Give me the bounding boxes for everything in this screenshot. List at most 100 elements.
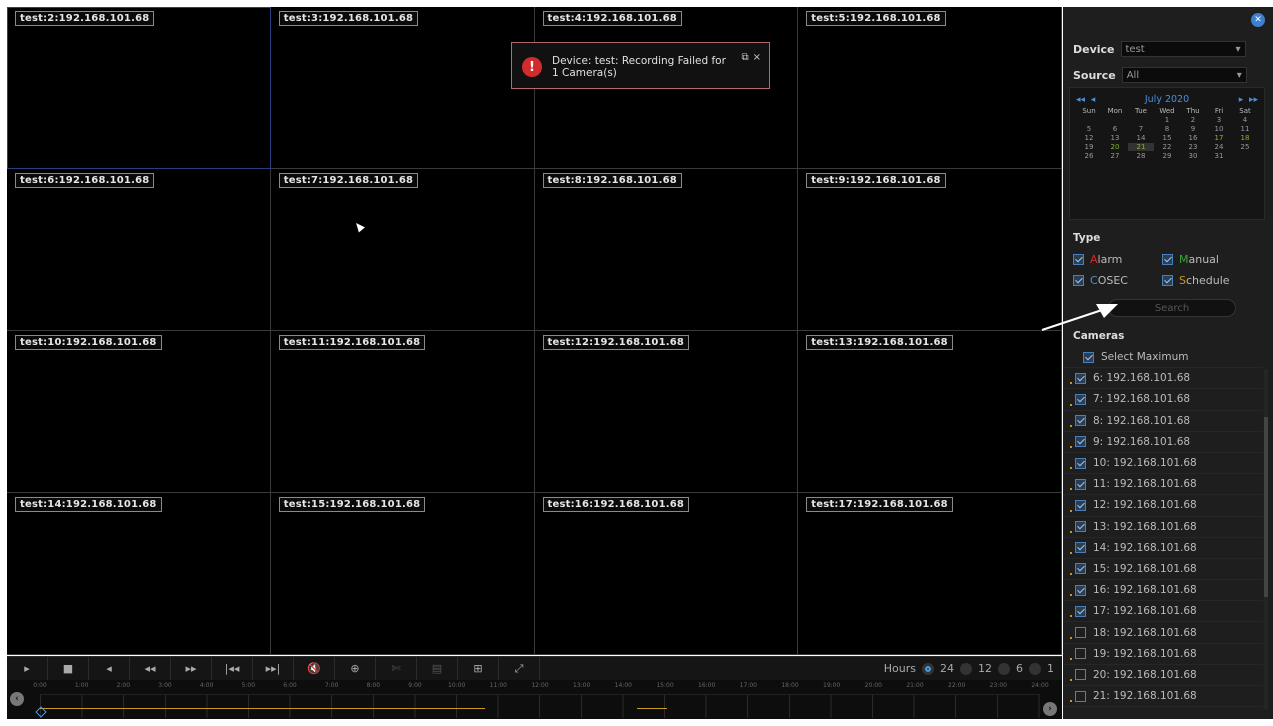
calendar-day[interactable]: 23 bbox=[1180, 143, 1206, 151]
camera-tile[interactable]: test:14:192.168.101.68 bbox=[7, 493, 271, 655]
checkbox[interactable] bbox=[1073, 254, 1084, 265]
checkbox[interactable] bbox=[1075, 457, 1086, 469]
timeline-prev-icon[interactable]: ‹ bbox=[10, 692, 24, 706]
calendar-day[interactable]: 31 bbox=[1206, 152, 1232, 160]
step-back-icon[interactable]: ◂ bbox=[89, 656, 130, 681]
checkbox[interactable] bbox=[1075, 393, 1086, 405]
calendar-day[interactable]: 27 bbox=[1102, 152, 1128, 160]
calendar-day[interactable]: 8 bbox=[1154, 125, 1180, 133]
search-button[interactable]: Search bbox=[1108, 299, 1236, 317]
source-select[interactable]: All ▾ bbox=[1121, 67, 1247, 83]
hours-radio[interactable] bbox=[998, 662, 1010, 675]
stop-icon[interactable]: ■ bbox=[48, 656, 89, 681]
calendar-day[interactable]: 7 bbox=[1128, 125, 1154, 133]
checkbox[interactable] bbox=[1075, 415, 1086, 427]
camera-tile[interactable]: test:8:192.168.101.68 bbox=[534, 169, 799, 331]
camera-list-scrollbar[interactable] bbox=[1264, 369, 1268, 709]
checkbox[interactable] bbox=[1162, 254, 1173, 265]
calendar-day[interactable]: 15 bbox=[1154, 134, 1180, 142]
camera-list-item[interactable]: 14: 192.168.101.68 bbox=[1063, 538, 1263, 559]
rewind-icon[interactable]: ◂◂ bbox=[130, 656, 171, 681]
layout-icon[interactable]: ⊞ bbox=[458, 656, 499, 681]
calendar-day[interactable]: 5 bbox=[1076, 125, 1102, 133]
calendar-day[interactable]: 28 bbox=[1128, 152, 1154, 160]
camera-tile[interactable]: test:17:192.168.101.68 bbox=[798, 493, 1062, 655]
calendar-day[interactable]: 4 bbox=[1232, 116, 1258, 124]
camera-list-item[interactable]: 9: 192.168.101.68 bbox=[1063, 432, 1263, 453]
camera-list-item[interactable]: 10: 192.168.101.68 bbox=[1063, 453, 1263, 475]
hours-radio[interactable] bbox=[1029, 662, 1041, 675]
calendar-day[interactable]: 3 bbox=[1206, 116, 1232, 124]
fast-forward-icon[interactable]: ▸▸ bbox=[171, 656, 212, 681]
camera-list-item[interactable]: 8: 192.168.101.68 bbox=[1063, 411, 1263, 432]
camera-list-item[interactable]: 19: 192.168.101.68 bbox=[1063, 644, 1263, 665]
camera-list-item[interactable]: 7: 192.168.101.68 bbox=[1063, 389, 1263, 411]
calendar-day[interactable]: 20 bbox=[1102, 143, 1128, 151]
camera-tile[interactable]: test:15:192.168.101.68 bbox=[270, 493, 535, 655]
checkbox[interactable] bbox=[1075, 521, 1086, 533]
camera-tile[interactable]: test:11:192.168.101.68 bbox=[270, 331, 535, 493]
checkbox[interactable] bbox=[1075, 478, 1086, 490]
checkbox[interactable] bbox=[1075, 627, 1086, 639]
timeline[interactable]: ‹ 0:00 1:00 2:00 3:00 4:00 5:00 6:00 7:00 8:00 9:… bbox=[7, 680, 1062, 719]
calendar-day[interactable]: 29 bbox=[1154, 152, 1180, 160]
calendar-day[interactable]: 14 bbox=[1128, 134, 1154, 142]
calendar-day[interactable]: 2 bbox=[1180, 116, 1206, 124]
camera-list-item[interactable]: 6: 192.168.101.68 bbox=[1063, 368, 1263, 390]
type-checkbox-schedule[interactable]: Schedule bbox=[1162, 274, 1230, 287]
camera-tile[interactable]: test:9:192.168.101.68 bbox=[798, 169, 1062, 331]
camera-tile[interactable]: test:6:192.168.101.68 bbox=[7, 169, 271, 331]
checkbox[interactable] bbox=[1075, 499, 1086, 511]
type-checkbox-cosec[interactable]: COSEC bbox=[1073, 274, 1128, 287]
camera-list-item[interactable]: 18: 192.168.101.68 bbox=[1063, 622, 1263, 644]
camera-list-item[interactable]: 21: 192.168.101.68 bbox=[1063, 686, 1263, 708]
checkbox[interactable] bbox=[1075, 584, 1086, 596]
camera-tile[interactable]: test:16:192.168.101.68 bbox=[534, 493, 799, 655]
checkbox[interactable] bbox=[1075, 436, 1086, 448]
calendar-day[interactable]: 18 bbox=[1232, 134, 1258, 142]
checkbox[interactable] bbox=[1075, 648, 1086, 660]
calendar-day[interactable]: 10 bbox=[1206, 125, 1232, 133]
type-checkbox-manual[interactable]: Manual bbox=[1162, 253, 1219, 266]
checkbox[interactable] bbox=[1075, 372, 1086, 384]
checkbox[interactable] bbox=[1075, 690, 1086, 702]
calendar-day[interactable]: 6 bbox=[1102, 125, 1128, 133]
list-icon[interactable]: ▤ bbox=[417, 656, 458, 681]
calendar-day[interactable]: 30 bbox=[1180, 152, 1206, 160]
checkbox[interactable] bbox=[1075, 542, 1086, 554]
scrollbar-thumb[interactable] bbox=[1264, 417, 1268, 597]
restore-icon[interactable]: ⧉ bbox=[741, 52, 748, 63]
prev-year-icon[interactable]: ◂◂ bbox=[1076, 95, 1085, 105]
calendar-day[interactable]: 24 bbox=[1206, 143, 1232, 151]
prev-month-icon[interactable]: ◂ bbox=[1091, 95, 1096, 105]
hours-radio[interactable] bbox=[960, 662, 972, 675]
checkbox[interactable] bbox=[1162, 275, 1173, 286]
calendar-day[interactable]: 19 bbox=[1076, 143, 1102, 151]
hours-radio[interactable] bbox=[922, 662, 934, 675]
camera-tile[interactable]: test:7:192.168.101.68 bbox=[270, 169, 535, 331]
camera-list-item[interactable]: 11: 192.168.101.68 bbox=[1063, 474, 1263, 496]
calendar-day[interactable]: 25 bbox=[1232, 143, 1258, 151]
camera-list-item[interactable]: 16: 192.168.101.68 bbox=[1063, 580, 1263, 602]
calendar-day[interactable]: 22 bbox=[1154, 143, 1180, 151]
timeline-track[interactable] bbox=[40, 694, 1040, 718]
camera-list-item[interactable]: 17: 192.168.101.68 bbox=[1063, 601, 1263, 623]
checkbox[interactable] bbox=[1075, 605, 1086, 617]
checkbox[interactable] bbox=[1073, 275, 1084, 286]
camera-tile[interactable]: test:12:192.168.101.68 bbox=[534, 331, 799, 493]
camera-tile[interactable]: test:5:192.168.101.68 bbox=[798, 7, 1062, 169]
checkbox[interactable] bbox=[1075, 563, 1086, 575]
calendar-day[interactable]: 11 bbox=[1232, 125, 1258, 133]
close-icon[interactable]: × bbox=[753, 52, 761, 63]
camera-tile[interactable]: test:3:192.168.101.68 bbox=[270, 7, 535, 169]
close-panel-icon[interactable]: ✕ bbox=[1251, 13, 1265, 27]
checkbox[interactable] bbox=[1083, 351, 1094, 363]
next-month-icon[interactable]: ▸ bbox=[1239, 95, 1244, 105]
mute-icon[interactable]: 🔇 bbox=[294, 656, 335, 681]
calendar-day[interactable]: 9 bbox=[1180, 125, 1206, 133]
zoom-in-icon[interactable]: ⊕ bbox=[335, 656, 376, 681]
calendar-day[interactable]: 16 bbox=[1180, 134, 1206, 142]
camera-tile[interactable]: test:10:192.168.101.68 bbox=[7, 331, 271, 493]
camera-list-item[interactable]: 15: 192.168.101.68 bbox=[1063, 559, 1263, 581]
calendar-day[interactable]: 26 bbox=[1076, 152, 1102, 160]
